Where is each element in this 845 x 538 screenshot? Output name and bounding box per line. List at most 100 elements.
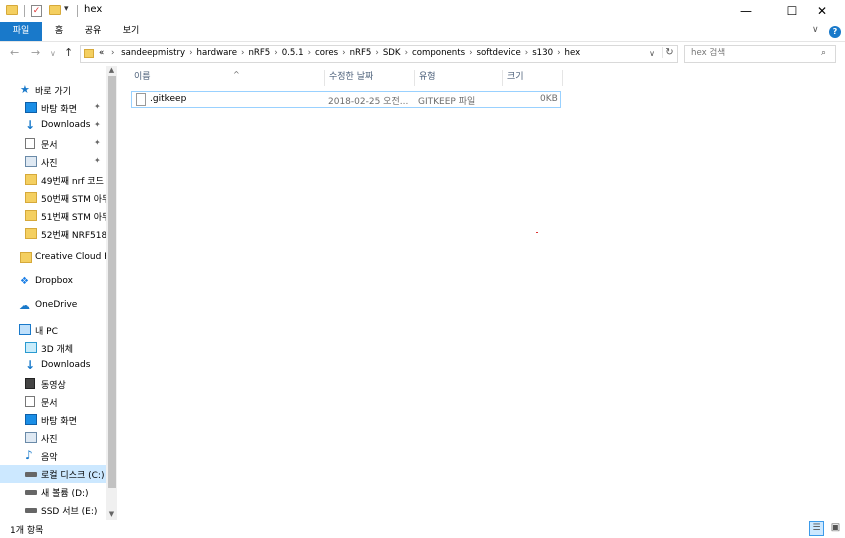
sidebar-item-ssd-e[interactable]: SSD 서브 (E:) [0,501,106,519]
creative-cloud-icon [20,252,32,263]
large-icons-view-icon[interactable]: ▣ [828,521,843,536]
search-box[interactable]: ⌕ [684,45,836,63]
column-header-size[interactable]: 크기 [503,70,563,86]
sidebar-item-volume-d[interactable]: 새 볼륨 (D:) [0,483,106,501]
desktop-icon [25,414,37,425]
address-bar[interactable]: « › sandeepmistry › hardware › nRF5 › 0.5.1 › co… [80,45,678,63]
tab-home[interactable]: 홈 [48,22,70,41]
sidebar-item-label: Dropbox [35,276,73,286]
sidebar-item-label: 50번째 STM 아두 [41,195,106,205]
sidebar-item-downloads[interactable]: ↓ Downloads ✦ [0,117,106,135]
search-input[interactable] [691,48,811,58]
sidebar-item-pictures[interactable]: 사진 ✦ [0,153,106,171]
search-icon[interactable]: ⌕ [821,48,826,58]
breadcrumb-item[interactable]: SDK [383,48,401,58]
pin-icon[interactable]: ✦ [94,138,101,147]
sidebar-item-folder-52[interactable]: 52번째 NRF518 [0,225,106,243]
sidebar-item-label: OneDrive [35,300,78,310]
breadcrumb-item[interactable]: components [412,48,465,58]
sidebar-item-pc-desktop[interactable]: 바탕 화면 [0,411,106,429]
breadcrumb-item[interactable]: nRF5 [350,48,372,58]
close-button[interactable]: ✕ [799,0,845,22]
recent-locations-icon[interactable]: ∨ [50,49,56,58]
breadcrumb-item[interactable]: sandeepmistry [121,48,185,58]
column-header-type[interactable]: 유형 [415,70,503,86]
pin-icon[interactable]: ✦ [94,156,101,165]
sidebar-item-onedrive[interactable]: ☁ OneDrive [0,297,106,315]
tab-file[interactable]: 파일 [0,22,42,41]
picture-icon [25,156,37,167]
sidebar-item-folder-51[interactable]: 51번째 STM 아두 [0,207,106,225]
properties-icon[interactable]: ✓ [31,5,42,17]
sidebar-item-label: 동영상 [41,381,66,391]
minimize-button[interactable]: — [723,0,769,22]
details-view-icon[interactable]: ☰ [809,521,824,536]
divider [24,5,25,17]
breadcrumb-item[interactable]: nRF5 [248,48,270,58]
new-folder-icon[interactable] [49,5,61,15]
refresh-icon[interactable]: ↻ [662,47,676,58]
breadcrumb-item[interactable]: hex [565,48,581,58]
breadcrumb-item[interactable]: 0.5.1 [282,48,304,58]
up-arrow-icon[interactable]: ↑ [64,46,73,59]
column-header-label: 이름 [134,72,151,82]
breadcrumb-item[interactable]: cores [315,48,338,58]
column-header-name[interactable]: 이름 ^ [130,70,325,86]
sidebar-item-creative-cloud[interactable]: Creative Cloud Fil [0,249,106,267]
dropbox-icon: ❖ [20,276,29,287]
download-arrow-icon: ↓ [25,118,36,132]
folder-icon [25,192,37,203]
breadcrumb-overflow[interactable]: « [99,48,104,58]
address-dropdown-icon[interactable]: ∨ [646,49,658,58]
customize-quick-access-icon[interactable]: ▾ [64,4,69,14]
sidebar-item-label: SSD 서브 (E:) [41,507,98,517]
window-title: hex [84,4,103,15]
sidebar-item-label: Downloads [41,360,91,370]
breadcrumb-item[interactable]: s130 [532,48,553,58]
file-name: .gitkeep [150,94,187,104]
help-icon[interactable]: ? [829,26,841,38]
sidebar-item-this-pc[interactable]: 내 PC [0,321,106,339]
sidebar-item-music[interactable]: ♪ 음악 [0,447,106,465]
pin-icon[interactable]: ✦ [94,102,101,111]
sidebar-item-quick-access[interactable]: ★ 바로 가기 [0,81,106,99]
sidebar-item-folder-49[interactable]: 49번째 nrf 코드 [0,171,106,189]
sidebar-item-label: 새 볼륨 (D:) [41,489,89,499]
sidebar-item-folder-50[interactable]: 50번째 STM 아두 [0,189,106,207]
scroll-up-icon[interactable]: ▲ [106,66,117,74]
expand-ribbon-icon[interactable]: ∨ [812,25,819,35]
back-arrow-icon[interactable]: ← [10,46,19,59]
sidebar-item-documents[interactable]: 문서 ✦ [0,135,106,153]
breadcrumb-separator: › [375,48,379,58]
sidebar-item-label: 로컬 디스크 (C:) [41,471,105,481]
breadcrumb-separator: › [189,48,193,58]
sidebar-item-local-disk-c[interactable]: 로컬 디스크 (C:) [0,465,106,483]
sidebar-item-pc-downloads[interactable]: ↓ Downloads [0,357,106,375]
sidebar-item-3d-objects[interactable]: 3D 개체 [0,339,106,357]
sort-ascending-icon: ^ [233,70,240,79]
tab-share[interactable]: 공유 [80,22,106,41]
breadcrumb-item[interactable]: hardware [197,48,237,58]
cloud-icon: ☁ [19,299,30,312]
sidebar-item-label: 바탕 화면 [41,105,77,115]
forward-arrow-icon[interactable]: → [31,46,40,59]
column-header-modified[interactable]: 수정한 날짜 [325,70,415,86]
sidebar-item-label: 사진 [41,159,58,169]
scroll-down-icon[interactable]: ▼ [106,510,117,518]
star-icon: ★ [20,83,30,96]
download-arrow-icon: ↓ [25,358,36,372]
sidebar-item-label: 사진 [41,435,58,445]
pin-icon[interactable]: ✦ [94,120,101,129]
tab-view[interactable]: 보기 [118,22,144,41]
sidebar-item-pc-pictures[interactable]: 사진 [0,429,106,447]
music-note-icon: ♪ [25,448,33,462]
table-row[interactable]: .gitkeep 2018-02-25 오전... GITKEEP 파일 0KB [131,91,561,108]
breadcrumb-item[interactable]: softdevice [477,48,521,58]
sidebar-item-dropbox[interactable]: ❖ Dropbox [0,273,106,291]
sidebar-item-desktop[interactable]: 바탕 화면 ✦ [0,99,106,117]
file-list: 이름 ^ 수정한 날짜 유형 크기 .gitkeep 2018-02-25 오전… [120,66,845,519]
sidebar-item-videos[interactable]: 동영상 [0,375,106,393]
scrollbar-thumb[interactable] [108,76,116,488]
file-icon [136,93,146,106]
sidebar-item-pc-documents[interactable]: 문서 [0,393,106,411]
